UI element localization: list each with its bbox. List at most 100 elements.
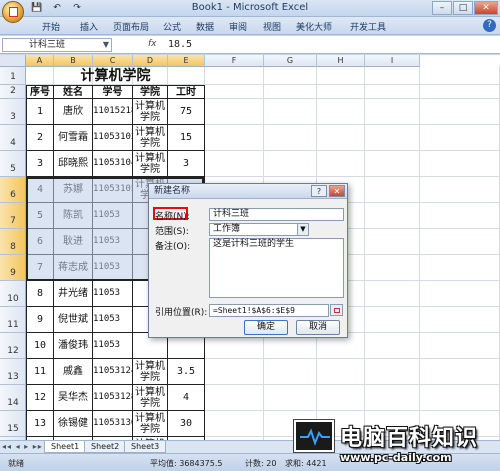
table-cell[interactable]: 11053124 [93,359,133,385]
table-cell[interactable]: 计算机学院 [133,411,168,437]
table-cell[interactable]: 邱晓熙 [54,151,93,177]
table-cell[interactable]: 9 [26,307,54,333]
table-cell[interactable]: 倪世斌 [54,307,93,333]
tab-beautify[interactable]: 美化大师 [296,20,332,33]
table-cell[interactable]: 1 [26,99,54,125]
table-cell[interactable]: 10 [26,333,54,359]
maximize-button[interactable]: □ [453,1,473,15]
column-header[interactable]: F [205,55,264,67]
sheet-tab-1[interactable]: Sheet1 [44,441,87,453]
sheet-title[interactable]: 计算机学院 [26,67,205,85]
column-header[interactable]: I [365,55,420,67]
formula-input[interactable]: 18.5 [168,39,192,50]
table-cell[interactable]: 何雪霜 [54,125,93,151]
table-cell[interactable]: 2 [26,125,54,151]
chevron-down-icon[interactable]: ▼ [103,39,109,51]
tab-view[interactable]: 视图 [263,20,281,33]
column-header[interactable]: G [264,55,317,67]
table-cell[interactable]: 计算机学院 [133,125,168,151]
row-header[interactable]: 9 [0,255,26,281]
table-cell[interactable]: 11053 [93,307,133,333]
tab-formulas[interactable]: 公式 [163,20,181,33]
table-cell[interactable]: 11053104 [93,151,133,177]
sheet-tab-3[interactable]: Sheet3 [124,441,167,453]
table-cell[interactable]: 唐欣 [54,99,93,125]
row-header[interactable]: 13 [0,359,26,385]
row-header[interactable]: 7 [0,203,26,229]
table-cell[interactable]: 井光绪 [54,281,93,307]
table-cell[interactable]: 3 [168,151,205,177]
name-field[interactable]: 计科三班 [209,208,344,221]
column-header[interactable]: A [26,55,54,67]
table-cell[interactable]: 潘俊玮 [54,333,93,359]
ref-field[interactable]: =Sheet1!$A$6:$E$9 [209,304,329,317]
tab-home[interactable]: 开始 [42,20,60,33]
help-icon[interactable]: ? [483,19,496,32]
row-header[interactable]: 15 [0,411,26,437]
cancel-button[interactable]: 取消 [296,320,340,335]
office-button[interactable] [2,1,24,23]
tab-review[interactable]: 审阅 [229,20,247,33]
row-header[interactable]: 8 [0,229,26,255]
table-cell[interactable]: 75 [168,99,205,125]
column-header[interactable]: D [133,55,168,67]
table-cell[interactable]: 11053102 [93,125,133,151]
table-cell[interactable]: 11053130 [93,411,133,437]
tab-insert[interactable]: 插入 [80,20,98,33]
table-cell[interactable]: 徐锡健 [54,411,93,437]
table-cell[interactable]: 11015218 [93,99,133,125]
table-cell[interactable]: 戚鑫 [54,359,93,385]
close-button[interactable]: ✕ [474,1,498,15]
table-cell[interactable]: 15 [168,125,205,151]
column-header[interactable]: E [168,55,205,67]
table-cell[interactable]: 计算机学院 [133,99,168,125]
table-cell[interactable]: 11053128 [93,385,133,411]
collapse-dialog-icon[interactable] [330,304,343,316]
sheet-tab-2[interactable]: Sheet2 [84,441,127,453]
table-cell[interactable]: 11053 [93,333,133,359]
select-all-corner[interactable] [0,55,26,67]
row-header[interactable]: 10 [0,281,26,307]
column-header[interactable]: H [317,55,365,67]
row-header[interactable]: 11 [0,307,26,333]
table-cell[interactable]: 吴华杰 [54,385,93,411]
row-header[interactable]: 3 [0,99,26,125]
table-cell[interactable]: 4 [168,385,205,411]
dialog-help-button[interactable]: ? [311,185,327,197]
tab-page-layout[interactable]: 页面布局 [113,20,149,33]
table-cell[interactable]: 计算机学院 [133,151,168,177]
column-header[interactable]: B [54,55,93,67]
table-header-cell[interactable]: 姓名 [54,85,93,99]
row-header[interactable]: 4 [0,125,26,151]
row-header[interactable]: 2 [0,85,26,99]
table-header-cell[interactable]: 学号 [93,85,133,99]
ok-button[interactable]: 确定 [244,320,288,335]
row-header[interactable]: 1 [0,67,26,85]
sheet-nav-buttons[interactable]: ◂◂ ◂ ▸ ▸▸ [2,442,43,451]
function-icon[interactable]: fx [148,39,157,49]
table-cell[interactable]: 30 [168,411,205,437]
table-cell[interactable]: 11053 [93,281,133,307]
column-header[interactable]: C [93,55,133,67]
row-header[interactable]: 14 [0,385,26,411]
tab-data[interactable]: 数据 [196,20,214,33]
minimize-button[interactable]: – [432,1,452,15]
comment-field[interactable]: 这是计科三班的学生 [209,238,344,298]
table-cell[interactable]: 13 [26,411,54,437]
chevron-down-icon[interactable]: ▼ [297,224,308,235]
name-box[interactable]: 计科三班 ▼ [2,38,112,52]
table-cell[interactable]: 3 [26,151,54,177]
table-cell[interactable]: 计算机学院 [133,385,168,411]
table-cell[interactable]: 8 [26,281,54,307]
table-cell[interactable]: 11 [26,359,54,385]
table-cell[interactable]: 12 [26,385,54,411]
table-cell[interactable]: 计算机学院 [133,359,168,385]
scope-select[interactable]: 工作簿 ▼ [209,223,309,236]
dialog-close-button[interactable]: ✕ [329,185,345,197]
table-cell[interactable]: 3.5 [168,359,205,385]
tab-developer[interactable]: 开发工具 [350,20,386,33]
row-header[interactable]: 6 [0,177,26,203]
table-header-cell[interactable]: 序号 [26,85,54,99]
table-header-cell[interactable]: 工时 [168,85,205,99]
table-header-cell[interactable]: 学院 [133,85,168,99]
